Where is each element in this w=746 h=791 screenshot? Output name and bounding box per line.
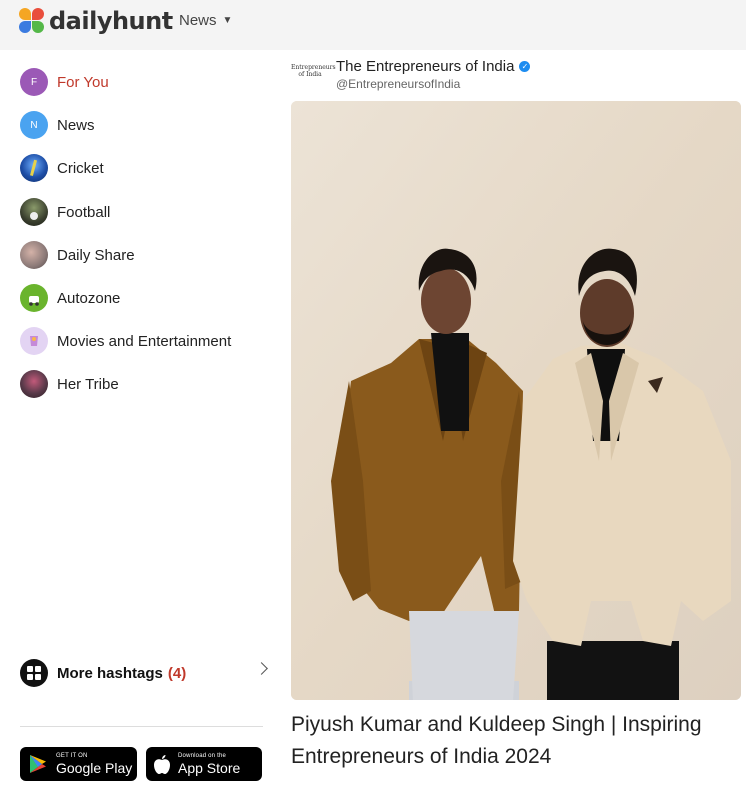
- sidebar: F For You N News Cricket Football Daily …: [0, 50, 280, 791]
- chevron-right-icon: [255, 662, 268, 675]
- sidebar-item-her-tribe[interactable]: Her Tribe: [20, 369, 119, 399]
- sidebar-item-label: News: [57, 116, 95, 134]
- caret-down-icon: ▼: [222, 15, 233, 26]
- sidebar-item-news[interactable]: N News: [20, 110, 95, 140]
- dailyhunt-logo[interactable]: dailyhunt: [19, 4, 173, 38]
- source-logo: Entrepreneurs of India: [291, 64, 336, 78]
- sidebar-item-label: Autozone: [57, 289, 121, 307]
- verified-badge-icon: ✓: [519, 61, 531, 72]
- for-you-icon: F: [20, 68, 48, 96]
- brand-name: dailyhunt: [49, 7, 173, 35]
- football-icon: [20, 198, 48, 226]
- app-store-small-text: Download on the: [178, 753, 227, 759]
- more-hashtags-button[interactable]: More hashtags (4): [20, 658, 268, 688]
- sidebar-item-autozone[interactable]: Autozone: [20, 283, 120, 313]
- source-name: The Entrepreneurs of India ✓: [336, 58, 531, 75]
- article-photo: [291, 101, 741, 700]
- sidebar-item-label: Movies and Entertainment: [57, 332, 232, 350]
- sidebar-item-football[interactable]: Football: [20, 197, 110, 227]
- cricket-icon: [20, 154, 48, 182]
- sidebar-item-cricket[interactable]: Cricket: [20, 153, 104, 183]
- sidebar-item-label: Football: [57, 203, 111, 221]
- movies-icon: [20, 327, 48, 355]
- grid-icon: [20, 659, 48, 687]
- source-header[interactable]: Entrepreneurs of India The Entrepreneurs…: [291, 56, 746, 94]
- her-tribe-icon: [20, 370, 48, 398]
- sidebar-divider: [20, 726, 263, 727]
- article-headline[interactable]: Piyush Kumar and Kuldeep Singh | Inspiri…: [291, 709, 741, 773]
- sidebar-item-label: For You: [57, 73, 109, 91]
- apple-icon: [154, 755, 170, 774]
- google-play-small-text: GET IT ON: [56, 753, 88, 759]
- news-dropdown[interactable]: News ▼: [179, 12, 232, 29]
- daily-share-icon: [20, 241, 48, 269]
- app-store-button[interactable]: Download on the App Store: [146, 747, 262, 781]
- app-store-big-text: App Store: [178, 760, 241, 776]
- source-name-text: The Entrepreneurs of India: [336, 58, 515, 75]
- sidebar-item-label: Cricket: [57, 159, 104, 177]
- google-play-big-text: Google Play: [56, 760, 133, 776]
- google-play-icon: [30, 755, 46, 773]
- news-dropdown-label: News: [179, 12, 217, 29]
- google-play-button[interactable]: GET IT ON Google Play: [20, 747, 137, 781]
- sidebar-item-label: Daily Share: [57, 246, 135, 264]
- news-icon: N: [20, 111, 48, 139]
- top-header: dailyhunt News ▼: [0, 0, 746, 50]
- source-handle: @EntrepreneursofIndia: [336, 77, 461, 91]
- article-image[interactable]: [291, 101, 741, 700]
- sidebar-item-daily-share[interactable]: Daily Share: [20, 240, 135, 270]
- more-hashtags-count: (4): [167, 664, 187, 682]
- sidebar-item-movies-and-entertainment[interactable]: Movies and Entertainment: [20, 326, 231, 356]
- sidebar-item-label: Her Tribe: [57, 375, 119, 393]
- dailyhunt-logo-icon: [19, 8, 45, 34]
- autozone-icon: [20, 284, 48, 312]
- sidebar-item-for-you[interactable]: F For You: [20, 67, 109, 97]
- article-card: Entrepreneurs of India The Entrepreneurs…: [291, 50, 746, 791]
- more-hashtags-label: More hashtags: [57, 664, 163, 682]
